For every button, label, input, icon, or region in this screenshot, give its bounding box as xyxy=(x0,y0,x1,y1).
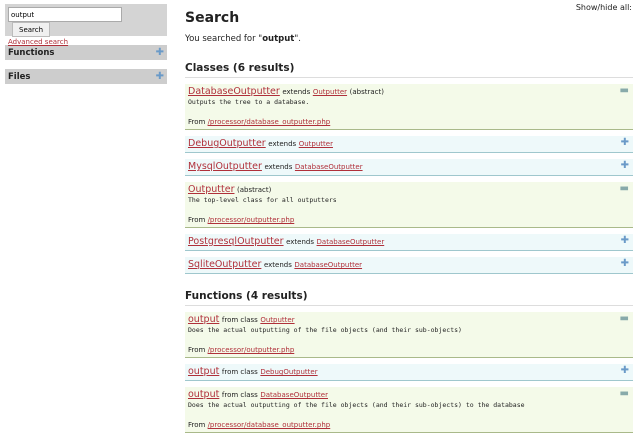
parent-link[interactable]: DatabaseOutputter xyxy=(295,163,363,171)
relation-text: from class xyxy=(221,316,258,324)
expand-icon[interactable]: ✚ xyxy=(621,236,629,246)
result-item: output from class DebugOutputter ✚ xyxy=(185,364,633,381)
expand-icon[interactable]: ✚ xyxy=(621,366,629,376)
result-item: SqliteOutputter extends DatabaseOutputte… xyxy=(185,257,633,274)
parent-link[interactable]: Outputter xyxy=(299,140,333,148)
result-name-link[interactable]: output xyxy=(188,314,219,325)
relation-text: extends xyxy=(268,140,297,148)
result-item: PostgresqlOutputter extends DatabaseOutp… xyxy=(185,234,633,251)
expand-icon[interactable]: ✚ xyxy=(156,71,164,82)
result-item: Outputter (abstract) ▬ The top-level class… xyxy=(185,182,633,228)
result-name-link[interactable]: Outputter xyxy=(188,184,234,195)
summary-prefix: You searched for " xyxy=(185,34,263,44)
search-input[interactable] xyxy=(8,7,122,22)
result-name-link[interactable]: output xyxy=(188,389,219,400)
result-item: DatabaseOutputter extends Outputter (abs… xyxy=(185,84,633,130)
relation-text: extends xyxy=(264,163,293,171)
collapse-icon[interactable]: ▬ xyxy=(620,86,629,96)
search-button[interactable]: Search xyxy=(12,22,51,37)
from-label: From xyxy=(188,346,206,354)
relation-text: from class xyxy=(221,391,258,399)
result-item: MysqlOutputter extends DatabaseOutputter… xyxy=(185,159,633,176)
from-label: From xyxy=(188,216,206,224)
from-label: From xyxy=(188,118,206,126)
file-link[interactable]: /processor/database_outputter.php xyxy=(208,118,331,126)
expand-icon[interactable]: ✚ xyxy=(156,47,164,58)
section-label: Files xyxy=(8,71,31,82)
section-label: Functions xyxy=(8,47,55,58)
from-label: From xyxy=(188,421,206,429)
parent-link[interactable]: Outputter xyxy=(260,316,294,324)
collapse-icon[interactable]: ▬ xyxy=(620,389,629,399)
result-name-link[interactable]: SqliteOutputter xyxy=(188,259,261,270)
result-description: The top-level class for all outputters xyxy=(188,196,337,204)
result-name-link[interactable]: PostgresqlOutputter xyxy=(188,236,284,247)
abstract-label: (abstract) xyxy=(349,88,384,96)
collapse-icon[interactable]: ▬ xyxy=(620,184,629,194)
parent-link[interactable]: Outputter xyxy=(313,88,347,96)
expand-icon[interactable]: ✚ xyxy=(621,161,629,171)
file-link[interactable]: /processor/outputter.php xyxy=(208,216,295,224)
relation-text: extends xyxy=(282,88,311,96)
sidebar-section-functions[interactable]: Functions ✚ xyxy=(5,45,167,60)
abstract-label: (abstract) xyxy=(237,186,272,194)
result-item: output from class Outputter ▬ Does the ac… xyxy=(185,312,633,358)
result-name-link[interactable]: output xyxy=(188,366,219,377)
search-summary: You searched for "output". xyxy=(185,34,633,44)
result-description: Outputs the tree to a database. xyxy=(188,98,310,106)
result-item: DebugOutputter extends Outputter ✚ xyxy=(185,136,633,153)
classes-heading: Classes (6 results) xyxy=(185,62,633,78)
result-description: Does the actual outputting of the file o… xyxy=(188,401,525,409)
sidebar-section-files[interactable]: Files ✚ xyxy=(5,69,167,84)
result-name-link[interactable]: DatabaseOutputter xyxy=(188,86,280,97)
main-content: Search You searched for "output". Classe… xyxy=(185,8,633,439)
parent-link[interactable]: DatabaseOutputter xyxy=(317,238,385,246)
relation-text: extends xyxy=(286,238,314,246)
relation-text: from class xyxy=(221,368,258,376)
parent-link[interactable]: DatabaseOutputter xyxy=(260,391,328,399)
result-item: output from class DatabaseOutputter ▬ Doe… xyxy=(185,387,633,433)
parent-link[interactable]: DebugOutputter xyxy=(260,368,317,376)
page-title: Search xyxy=(185,10,240,26)
summary-suffix: ". xyxy=(294,34,301,44)
result-name-link[interactable]: DebugOutputter xyxy=(188,138,266,149)
result-description: Does the actual outputting of the file o… xyxy=(188,326,462,334)
result-name-link[interactable]: MysqlOutputter xyxy=(188,161,262,172)
file-link[interactable]: /processor/outputter.php xyxy=(208,346,295,354)
sidebar: Search Advanced search Functions ✚ Files ✚ xyxy=(5,4,167,84)
expand-icon[interactable]: ✚ xyxy=(621,259,629,269)
file-link[interactable]: /processor/database_outputter.php xyxy=(208,421,331,429)
search-form: Search Advanced search xyxy=(5,4,167,46)
expand-icon[interactable]: ✚ xyxy=(621,138,629,148)
relation-text: extends xyxy=(263,261,292,269)
functions-list: output from class Outputter ▬ Does the ac… xyxy=(185,312,633,433)
parent-link[interactable]: DatabaseOutputter xyxy=(294,261,362,269)
summary-query: output xyxy=(262,34,295,44)
functions-heading: Functions (4 results) xyxy=(185,290,633,306)
classes-list: DatabaseOutputter extends Outputter (abs… xyxy=(185,84,633,274)
collapse-icon[interactable]: ▬ xyxy=(620,314,629,324)
